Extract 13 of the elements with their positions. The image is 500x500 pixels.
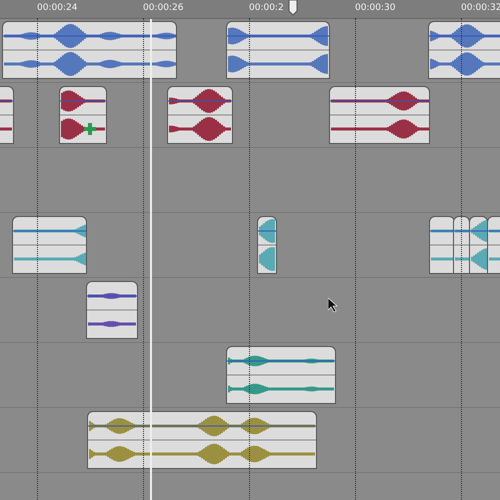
audio-clip[interactable] (469, 216, 488, 274)
audio-clip[interactable] (429, 216, 455, 274)
plus-icon (84, 123, 96, 135)
playhead-marker-icon[interactable] (288, 0, 298, 16)
mouse-pointer-icon (328, 298, 338, 312)
timecode-label: 00:00:2 (249, 3, 284, 13)
timecode-label: 00:00:26 (143, 3, 184, 13)
timecode-label: 00:00:24 (37, 3, 78, 13)
audio-clip[interactable] (226, 346, 336, 404)
audio-clip[interactable] (453, 216, 470, 274)
audio-clip[interactable] (12, 216, 87, 274)
audio-clip[interactable] (86, 281, 138, 339)
timecode-label: 00:00:30 (355, 3, 396, 13)
